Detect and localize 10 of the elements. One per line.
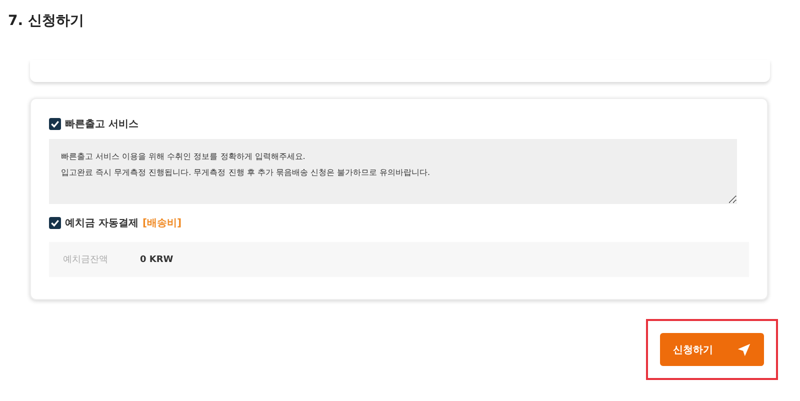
balance-label: 예치금잔액 xyxy=(63,254,108,266)
checkbox[interactable] xyxy=(49,217,61,229)
checkbox[interactable] xyxy=(49,118,61,130)
send-icon xyxy=(737,342,751,356)
shipping-fee-tag: [배송비] xyxy=(142,216,182,230)
checkbox-label: 예치금 자동결제 xyxy=(65,217,138,230)
balance-value: 0 KRW xyxy=(140,254,174,264)
notice-textarea[interactable]: 빠른출고 서비스 이용을 위해 수취인 정보를 정확하게 입력해주세요. 입고완료 즉시 무게측정 진행됩니다. 무게측정 진행 후 추가 묶음배송 신청은 불가하므로 유의바랍니다. xyxy=(49,139,737,204)
checkbox-label: 빠른출고 서비스 xyxy=(65,118,138,131)
section-title: 7. 신청하기 xyxy=(8,12,85,31)
